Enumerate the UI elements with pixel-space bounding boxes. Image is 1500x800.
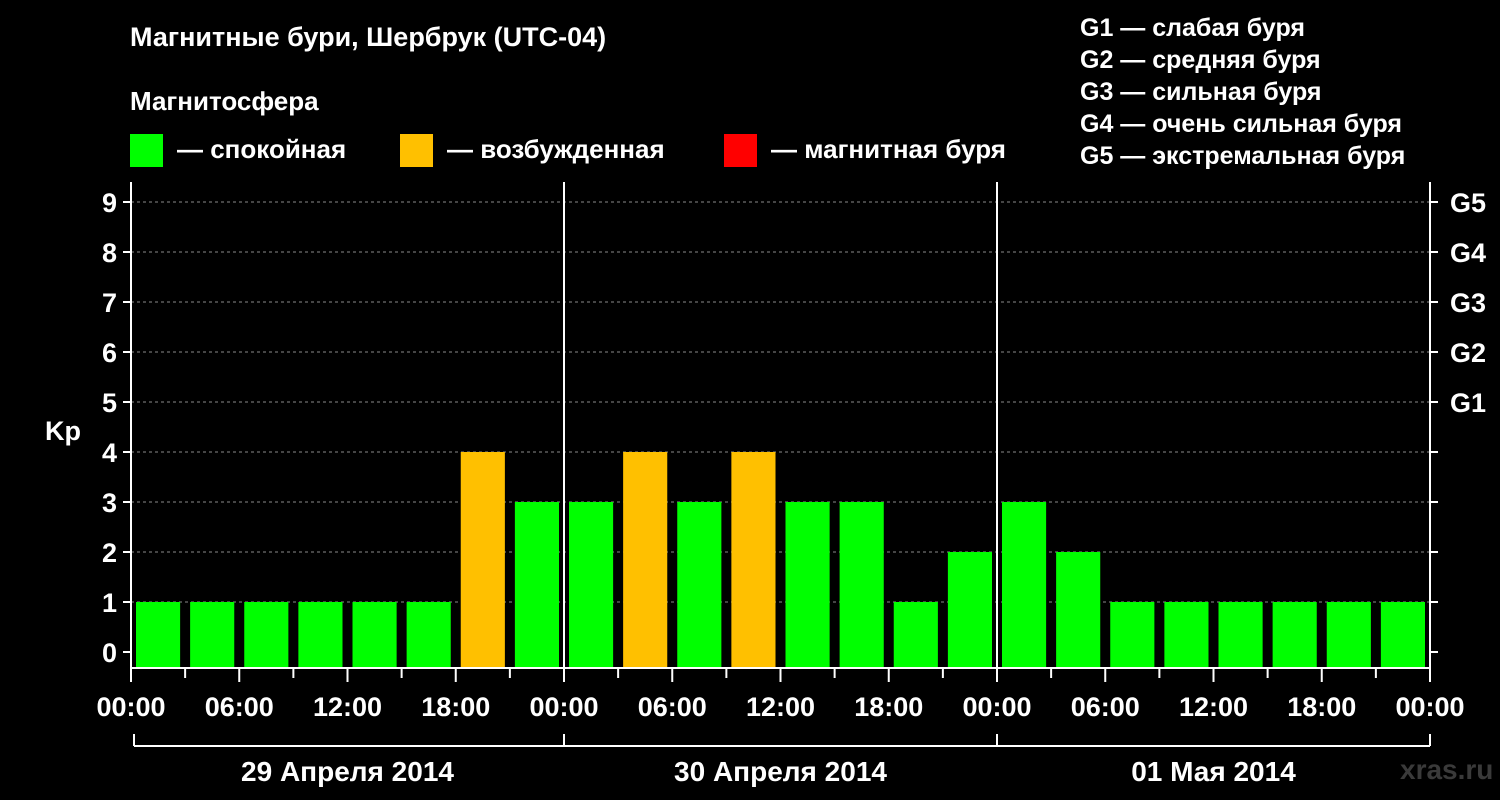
kp-bar bbox=[731, 452, 776, 668]
x-tick-label: 00:00 bbox=[1395, 692, 1464, 722]
kp-bar bbox=[514, 502, 559, 668]
kp-bar bbox=[785, 502, 830, 668]
x-tick-label: 12:00 bbox=[746, 692, 815, 722]
kp-bar bbox=[1218, 602, 1263, 668]
x-tick-label: 18:00 bbox=[421, 692, 490, 722]
day-label: 30 Апреля 2014 bbox=[674, 756, 887, 787]
kp-bar bbox=[1164, 602, 1209, 668]
kp-bar bbox=[352, 602, 397, 668]
watermark: xras.ru bbox=[1400, 754, 1494, 785]
y-tick-label: 4 bbox=[102, 438, 117, 468]
kp-bar bbox=[1110, 602, 1155, 668]
kp-bar bbox=[623, 452, 668, 668]
kp-bar bbox=[947, 552, 992, 668]
kp-bar bbox=[677, 502, 722, 668]
y-tick-label: 9 bbox=[102, 188, 117, 218]
kp-bar bbox=[460, 452, 505, 668]
day-label: 01 Мая 2014 bbox=[1131, 756, 1296, 787]
kp-bar bbox=[1056, 552, 1101, 668]
g-level-label: G4 bbox=[1450, 238, 1486, 268]
kp-bar bbox=[569, 502, 614, 668]
y-tick-label: 3 bbox=[102, 488, 117, 518]
kp-bar bbox=[406, 602, 451, 668]
kp-bar bbox=[839, 502, 884, 668]
x-tick-label: 12:00 bbox=[313, 692, 382, 722]
kp-bar bbox=[244, 602, 289, 668]
x-tick-label: 18:00 bbox=[854, 692, 923, 722]
g-level-label: G5 bbox=[1450, 188, 1486, 218]
g-level-label: G2 bbox=[1450, 338, 1486, 368]
x-tick-label: 06:00 bbox=[1071, 692, 1140, 722]
x-tick-label: 06:00 bbox=[205, 692, 274, 722]
y-tick-label: 0 bbox=[102, 638, 117, 668]
kp-bar bbox=[190, 602, 235, 668]
y-tick-label: 7 bbox=[102, 288, 117, 318]
y-axis-label: Kp bbox=[45, 416, 81, 446]
kp-bar bbox=[1272, 602, 1317, 668]
x-tick-label: 12:00 bbox=[1179, 692, 1248, 722]
g-level-label: G3 bbox=[1450, 288, 1486, 318]
kp-bar bbox=[1380, 602, 1425, 668]
y-tick-label: 5 bbox=[102, 388, 117, 418]
y-tick-label: 2 bbox=[102, 538, 117, 568]
kp-bar bbox=[298, 602, 343, 668]
y-tick-label: 8 bbox=[102, 238, 117, 268]
kp-chart: 0 1 2 3 4 5 6 7 8 9 Kp G1 G2 G3 G4 G5 00:00 06:00 12:00 18:… bbox=[45, 182, 1486, 787]
y-tick-label: 6 bbox=[102, 338, 117, 368]
x-tick-label: 00:00 bbox=[962, 692, 1031, 722]
kp-bar bbox=[1326, 602, 1371, 668]
y-tick-label: 1 bbox=[102, 588, 117, 618]
day-label: 29 Апреля 2014 bbox=[241, 756, 454, 787]
x-tick-label: 18:00 bbox=[1287, 692, 1356, 722]
kp-bar bbox=[136, 602, 181, 668]
kp-bar bbox=[1002, 502, 1047, 668]
x-tick-label: 00:00 bbox=[529, 692, 598, 722]
x-tick-label: 06:00 bbox=[638, 692, 707, 722]
x-tick-label: 00:00 bbox=[96, 692, 165, 722]
kp-bar bbox=[893, 602, 938, 668]
g-level-label: G1 bbox=[1450, 388, 1486, 418]
